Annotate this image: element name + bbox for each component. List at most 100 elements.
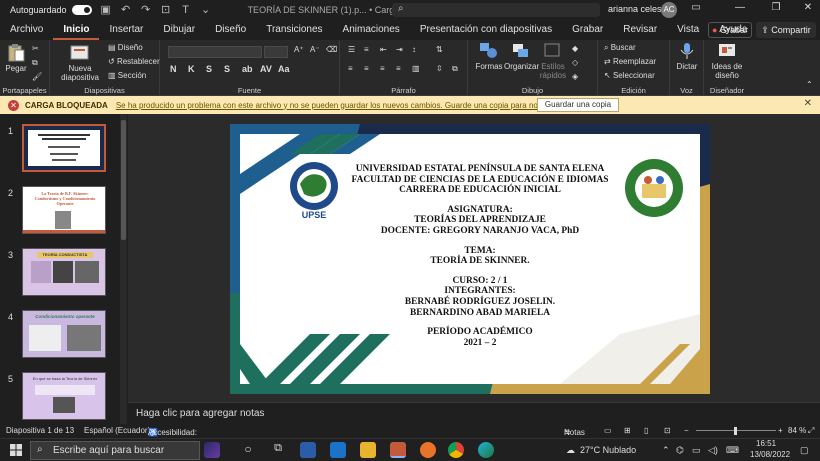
taskbar-search[interactable]: ⌕ Escribe aquí para buscar	[30, 441, 200, 460]
copy-icon[interactable]: ⧉	[32, 58, 38, 68]
save-copy-button[interactable]: Guardar una copia	[537, 98, 619, 112]
search-box[interactable]: ⌕	[392, 3, 600, 17]
notes-pane[interactable]: Haga clic para agregar notas	[128, 402, 820, 424]
powerpoint-icon[interactable]	[390, 442, 406, 458]
weather-text[interactable]: 27°C Nublado	[580, 445, 636, 455]
tab-6[interactable]: Transiciones	[256, 20, 332, 40]
close-warning-icon[interactable]: ✕	[804, 98, 812, 109]
tab-1[interactable]: Archivo	[0, 20, 53, 40]
tab-3[interactable]: Insertar	[99, 20, 153, 40]
input-language-icon[interactable]: ⌨	[726, 445, 739, 456]
numbering-icon[interactable]: ≡	[364, 45, 369, 54]
char-spacing-button[interactable]: AV	[260, 64, 272, 74]
shape-outline-icon[interactable]: ◇	[572, 58, 578, 67]
font-size-combo[interactable]	[264, 46, 288, 58]
normal-view-icon[interactable]: ▭	[604, 426, 612, 435]
mail-icon[interactable]	[330, 442, 346, 458]
autosave[interactable]: Autoguardado	[10, 5, 92, 15]
dictate-button[interactable]: Dictar	[674, 42, 700, 71]
justify-icon[interactable]: ≡	[396, 64, 401, 73]
collapse-ribbon-icon[interactable]: ⌃	[806, 80, 813, 89]
current-slide[interactable]: UPSE UNIVERSIDAD ESTATAL PENÍNSULA DE SA…	[230, 124, 710, 394]
replace-button[interactable]: ⇄ Reemplazar	[604, 57, 656, 66]
network-icon[interactable]: ⌬	[676, 445, 684, 456]
format-painter-icon[interactable]: 🖌	[32, 72, 42, 81]
select-button[interactable]: ↖ Seleccionar	[604, 71, 655, 80]
strikethrough-button[interactable]: S	[224, 64, 230, 74]
font-name-combo[interactable]	[168, 46, 262, 58]
slideshow-icon[interactable]: ⊡	[664, 426, 671, 435]
battery-icon[interactable]: ▭	[692, 445, 701, 456]
thumbnail-slide-4[interactable]: 4 Condicionamiento operante	[0, 310, 120, 366]
warning-message[interactable]: Se ha producido un problema con este arc…	[116, 101, 603, 110]
paste-button[interactable]: Pegar	[4, 44, 28, 73]
decrease-indent-icon[interactable]: ⇤	[380, 45, 387, 54]
new-slide-button[interactable]: Nueva diapositiva	[60, 44, 100, 82]
shapes-button[interactable]: Formas	[474, 42, 504, 71]
news-widget-icon[interactable]	[204, 442, 220, 458]
tab-8[interactable]: Presentación con diapositivas	[410, 20, 562, 40]
find-button[interactable]: ⌕ Buscar	[604, 43, 636, 53]
chrome-icon[interactable]	[448, 442, 464, 458]
thumbnail-scrollbar[interactable]	[120, 114, 127, 424]
arrange-button[interactable]: Organizar	[504, 42, 539, 71]
thumbnail-slide-3[interactable]: 3 TEORÍA CONDUCTISTA	[0, 248, 120, 304]
thumbnail-slide-2[interactable]: 2 La Teoría de B.F. Skinner: Conductismo…	[0, 186, 120, 242]
save-icon[interactable]: ▣	[100, 4, 112, 16]
record-button[interactable]: ● Grabar	[708, 22, 752, 38]
tab-2[interactable]: Inicio	[53, 20, 100, 40]
clock-time[interactable]: 16:51	[756, 439, 776, 448]
shrink-font-icon[interactable]: A⁻	[310, 45, 320, 54]
align-center-icon[interactable]: ≡	[364, 64, 369, 73]
shadow-button[interactable]: ab	[242, 64, 253, 74]
increase-indent-icon[interactable]: ⇥	[396, 45, 403, 54]
design-ideas-button[interactable]: Ideas de diseño	[708, 42, 746, 80]
cut-icon[interactable]: ✂	[32, 44, 39, 53]
restore-icon[interactable]: ❐	[766, 2, 786, 18]
smartart-icon[interactable]: ⧉	[452, 64, 458, 74]
redo-icon[interactable]: ↷	[140, 4, 152, 16]
ribbon-display-icon[interactable]: ▭	[686, 2, 706, 18]
layout-button[interactable]: ▤ Diseño	[108, 43, 143, 52]
quick-styles-button[interactable]: Estilos rápidos	[538, 42, 568, 80]
volume-icon[interactable]: ◁)	[708, 445, 718, 456]
fit-slide-icon[interactable]: ⤢	[808, 426, 814, 436]
slide-sorter-icon[interactable]: ⊞	[624, 426, 631, 435]
change-case-button[interactable]: Aa	[278, 64, 290, 74]
tab-5[interactable]: Diseño	[205, 20, 256, 40]
tab-10[interactable]: Revisar	[613, 20, 667, 40]
zoom-in-icon[interactable]: +	[778, 426, 783, 435]
columns-icon[interactable]: ▥	[412, 64, 420, 73]
bullets-icon[interactable]: ☰	[348, 45, 355, 54]
slide-title-text[interactable]: UNIVERSIDAD ESTATAL PENÍNSULA DE SANTA E…	[300, 164, 660, 348]
share-button[interactable]: ⇪ Compartir	[756, 22, 816, 38]
notifications-icon[interactable]: ▢	[800, 445, 809, 456]
thumbnail-slide-1[interactable]: 1	[0, 124, 120, 180]
tab-11[interactable]: Vista	[667, 20, 709, 40]
windows-start-icon[interactable]	[10, 444, 22, 456]
teams-icon[interactable]	[300, 442, 316, 458]
align-right-icon[interactable]: ≡	[380, 64, 385, 73]
language-indicator[interactable]: Español (Ecuador)	[84, 426, 150, 435]
tab-7[interactable]: Animaciones	[333, 20, 410, 40]
reset-button[interactable]: ↺ Restablecer	[108, 57, 160, 66]
undo-icon[interactable]: ↶	[120, 4, 132, 16]
cortana-icon[interactable]: ○	[240, 442, 256, 458]
reading-view-icon[interactable]: ▯	[644, 426, 648, 435]
grow-font-icon[interactable]: A⁺	[294, 45, 304, 54]
edge-icon[interactable]	[478, 442, 494, 458]
thumbnail-slide-5[interactable]: 5 En qué se basa la Teoría de Skinner	[0, 372, 120, 428]
show-hidden-icons[interactable]: ⌃	[662, 445, 670, 456]
zoom-level[interactable]: 84 %	[788, 426, 806, 435]
weather-icon[interactable]: ☁	[566, 445, 575, 456]
text-direction-icon[interactable]: ⇅	[436, 45, 443, 54]
zoom-slider-thumb[interactable]	[734, 427, 737, 435]
firefox-icon[interactable]	[420, 442, 436, 458]
underline-button[interactable]: S	[206, 64, 212, 74]
minimize-icon[interactable]: —	[730, 2, 750, 18]
user-name[interactable]: arianna celeste	[608, 4, 669, 14]
font-icon[interactable]: T	[180, 4, 192, 16]
clear-format-icon[interactable]: ⌫	[326, 45, 337, 54]
autosave-toggle[interactable]	[71, 5, 92, 15]
close-icon[interactable]: ✕	[798, 2, 818, 18]
